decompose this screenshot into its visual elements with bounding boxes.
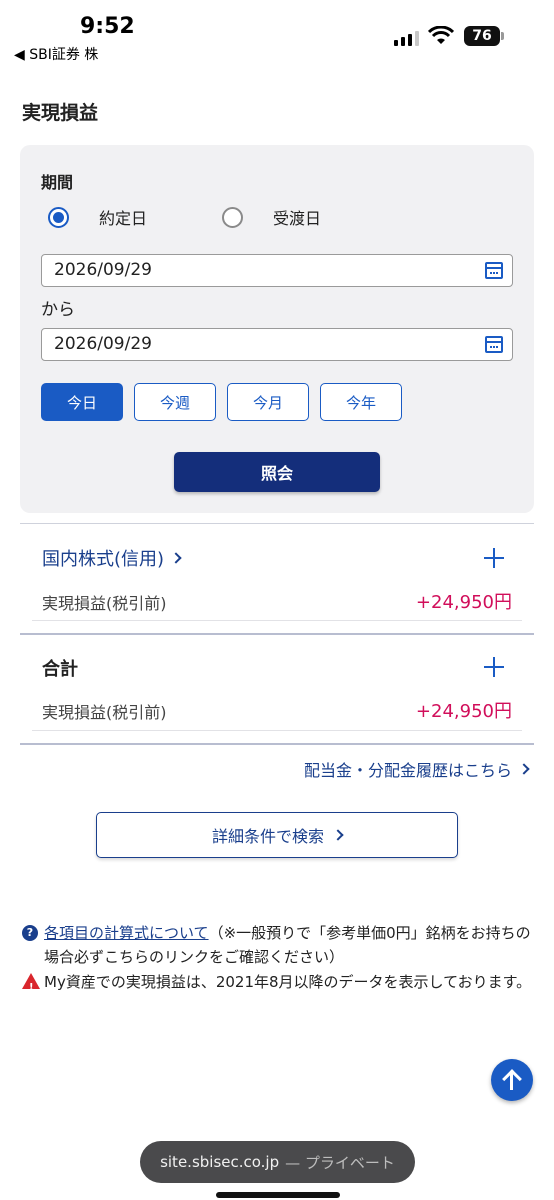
chevron-right-icon <box>518 763 530 775</box>
plus-icon[interactable] <box>484 548 504 568</box>
realized-pl-label: 実現損益(税引前) <box>42 703 167 722</box>
to-date-input[interactable] <box>54 334 454 354</box>
realized-pl-label: 実現損益(税引前) <box>42 594 167 613</box>
page-title: 実現損益 <box>22 102 99 124</box>
warning-icon: ! <box>22 973 40 993</box>
status-bar: 9:52 ◀ SBI証券 株 76 <box>0 0 554 64</box>
domestic-stock-margin-link[interactable]: 国内株式(信用) <box>42 545 182 571</box>
radio-trade-date-label: 約定日 <box>99 209 148 228</box>
formula-link[interactable]: 各項目の計算式について <box>44 924 209 942</box>
to-date-field[interactable] <box>41 328 513 361</box>
scroll-to-top-button[interactable] <box>491 1059 533 1101</box>
wifi-icon <box>428 26 454 44</box>
formula-note: ? 各項目の計算式について（※一般預りで「参考単価0円」銘柄をお持ちの場合必ずこ… <box>22 921 534 969</box>
chevron-right-icon <box>332 829 344 841</box>
row-divider <box>32 730 522 731</box>
total-section-title: 合計 <box>42 655 78 681</box>
calendar-icon[interactable] <box>485 262 503 279</box>
battery-icon: 76 <box>464 26 500 46</box>
plus-icon[interactable] <box>484 657 504 677</box>
battery-tip <box>501 32 504 40</box>
radio-trade-date[interactable]: 約定日 <box>48 205 147 229</box>
warning-note: ! My資産での実現損益は、2021年8月以降のデータを表示しております。 <box>22 970 534 994</box>
filter-panel: 期間 約定日 受渡日 から 今日 今週 今月 今年 照会 <box>20 145 534 513</box>
section-title: 国内株式(信用) <box>42 549 165 570</box>
back-to-app-link[interactable]: ◀ SBI証券 株 <box>14 44 98 64</box>
radio-settlement-date-label: 受渡日 <box>273 209 322 228</box>
range-separator-label: から <box>41 300 75 320</box>
realized-pl-value: +24,950円 <box>415 592 512 613</box>
warning-note-text: My資産での実現損益は、2021年8月以降のデータを表示しております。 <box>44 973 532 991</box>
browser-address-bar[interactable]: site.sbisec.co.jp — プライベート <box>140 1141 415 1183</box>
home-indicator <box>216 1192 340 1198</box>
section-divider <box>20 523 534 524</box>
section-title: 合計 <box>42 659 78 680</box>
section-divider <box>20 743 534 745</box>
formula-note-text: 各項目の計算式について（※一般預りで「参考単価0円」銘柄をお持ちの場合必ずこちら… <box>22 921 534 969</box>
from-date-field[interactable] <box>41 254 513 287</box>
detailed-search-button[interactable]: 詳細条件で検索 <box>96 812 458 858</box>
url-text: site.sbisec.co.jp <box>160 1153 280 1171</box>
question-icon: ? <box>22 925 38 941</box>
from-date-input[interactable] <box>54 260 454 280</box>
status-time: 9:52 <box>80 14 135 39</box>
dividend-history-link[interactable]: 配当金・分配金履歴はこちら <box>303 757 530 781</box>
realized-pl-value: +24,950円 <box>415 701 512 722</box>
period-label: 期間 <box>41 173 74 192</box>
row-divider <box>32 620 522 621</box>
this-month-button[interactable]: 今月 <box>227 383 309 421</box>
radio-settlement-date[interactable]: 受渡日 <box>222 205 321 229</box>
today-button[interactable]: 今日 <box>41 383 123 421</box>
section-divider <box>20 633 534 635</box>
this-year-button[interactable]: 今年 <box>320 383 402 421</box>
detailed-search-label: 詳細条件で検索 <box>211 827 324 846</box>
cellular-signal-icon <box>394 28 419 46</box>
this-week-button[interactable]: 今週 <box>134 383 216 421</box>
calendar-icon[interactable] <box>485 336 503 353</box>
radio-checked-icon[interactable] <box>48 206 69 228</box>
inquiry-button[interactable]: 照会 <box>174 452 380 492</box>
dividend-history-label: 配当金・分配金履歴はこちら <box>303 761 512 780</box>
radio-unchecked-icon[interactable] <box>222 206 243 228</box>
private-label: — プライベート <box>285 1153 395 1172</box>
chevron-right-icon <box>170 552 182 564</box>
